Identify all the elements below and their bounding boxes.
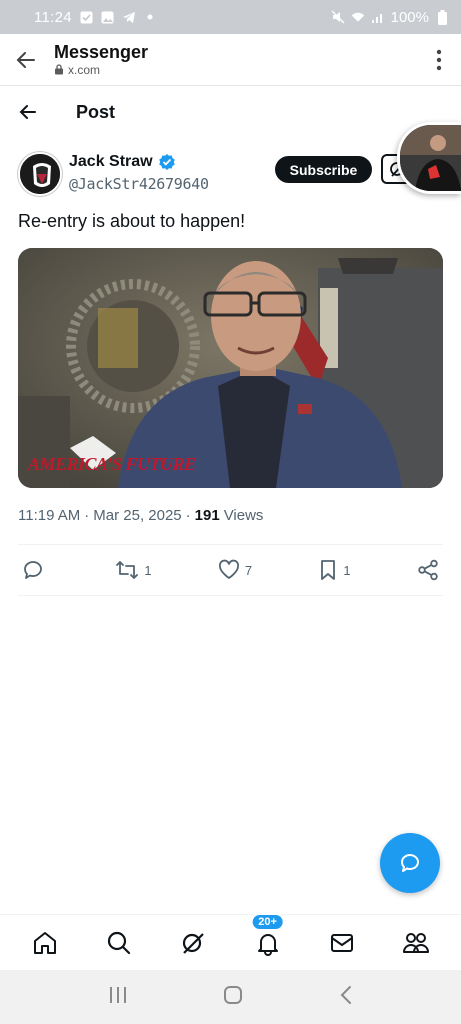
mail-icon (330, 933, 353, 952)
browser-app-bar: Messenger x.com (0, 34, 461, 86)
repost-icon (116, 561, 139, 579)
signal-icon (371, 10, 385, 24)
status-right: 100% (331, 9, 449, 26)
lock-icon (55, 64, 63, 75)
separator-dot: · (84, 507, 90, 524)
battery-icon (435, 9, 449, 25)
views-label: Views (223, 507, 264, 524)
bookmark-button[interactable]: 1 (318, 559, 351, 581)
status-time: 11:24 (34, 8, 72, 26)
battery-level: 100% (390, 8, 429, 26)
views-count: 191 (194, 507, 220, 524)
post-author: Jack Straw @JackStr42679640 Subscribe (18, 150, 443, 198)
avatar[interactable] (18, 152, 62, 196)
notifications-badge: 20+ (250, 912, 285, 931)
nav-messages[interactable] (322, 923, 362, 963)
bottom-nav: 20+ (0, 912, 461, 970)
divider (18, 544, 443, 545)
nav-communities[interactable] (396, 923, 436, 963)
status-notification-icons (80, 10, 157, 24)
system-home-button[interactable] (223, 985, 243, 1010)
bookmark-icon (321, 560, 336, 580)
nav-notifications[interactable]: 20+ (248, 912, 288, 963)
nav-search[interactable] (99, 923, 139, 963)
post-timestamp: 11:19 AM · Mar 25, 2025 · 191 Views (18, 507, 263, 524)
share-icon (418, 559, 438, 581)
page-title: Post (76, 101, 116, 122)
recents-icon (109, 986, 126, 1003)
video-watermark-text: AMERICA'S FUTURE (28, 454, 196, 474)
author-handle[interactable]: @JackStr42679640 (69, 175, 209, 193)
post-date[interactable]: Mar 25, 2025 (93, 507, 181, 524)
post-actions: 1 7 1 (18, 552, 443, 588)
subscribe-button[interactable]: Subscribe (275, 156, 372, 183)
verified-badge-icon (158, 154, 175, 170)
post-text: Re-entry is about to happen! (18, 211, 246, 231)
mute-icon (331, 10, 345, 24)
bookmark-count: 1 (343, 562, 351, 578)
browser-url: x.com (54, 62, 148, 78)
back-arrow-icon (16, 51, 35, 68)
bell-icon (257, 933, 278, 956)
wifi-icon (351, 10, 365, 24)
nav-home[interactable] (25, 923, 65, 963)
like-button[interactable]: 7 (218, 559, 252, 581)
browser-back-button[interactable] (0, 34, 52, 86)
browser-url-text: x.com (68, 62, 101, 77)
like-icon (218, 559, 239, 579)
repost-button[interactable]: 1 (115, 559, 152, 581)
post-time[interactable]: 11:19 AM (18, 507, 80, 524)
author-name[interactable]: Jack Straw (69, 153, 153, 171)
browser-menu-button[interactable] (417, 34, 461, 86)
back-arrow-icon (19, 105, 36, 119)
post-video[interactable]: AMERICA'S FUTURE (18, 248, 443, 488)
nav-grok[interactable] (173, 923, 213, 963)
compose-message-icon (401, 854, 419, 872)
divider (18, 595, 443, 596)
repost-count: 1 (144, 562, 152, 578)
grok-nav-icon (183, 932, 205, 954)
system-home-icon (224, 985, 243, 1004)
browser-title: Messenger (54, 41, 149, 62)
author-name-row: Jack Straw (69, 153, 176, 171)
browser-titles: Messenger x.com (54, 42, 148, 78)
check-icon (80, 10, 94, 24)
communities-icon (402, 932, 429, 953)
gallery-icon (101, 10, 115, 24)
share-button[interactable] (417, 559, 439, 581)
status-bar: 11:24 100% (0, 0, 461, 34)
reply-icon (24, 561, 42, 579)
system-nav-bar (0, 970, 461, 1024)
compose-message-button[interactable] (380, 833, 440, 893)
search-icon (108, 931, 131, 954)
home-icon (34, 931, 57, 954)
dot-icon (143, 10, 157, 24)
recent-apps-button[interactable] (108, 986, 128, 1009)
post-back-button[interactable] (0, 92, 56, 132)
floating-chat-head[interactable] (397, 122, 461, 194)
telegram-icon (122, 10, 136, 24)
system-back-icon (340, 985, 352, 1004)
post-header: Post (0, 92, 461, 132)
more-vert-icon (436, 49, 442, 70)
system-back-button[interactable] (339, 985, 353, 1010)
separator-dot: · (185, 507, 191, 524)
reply-button[interactable] (22, 559, 49, 581)
like-count: 7 (244, 562, 253, 578)
